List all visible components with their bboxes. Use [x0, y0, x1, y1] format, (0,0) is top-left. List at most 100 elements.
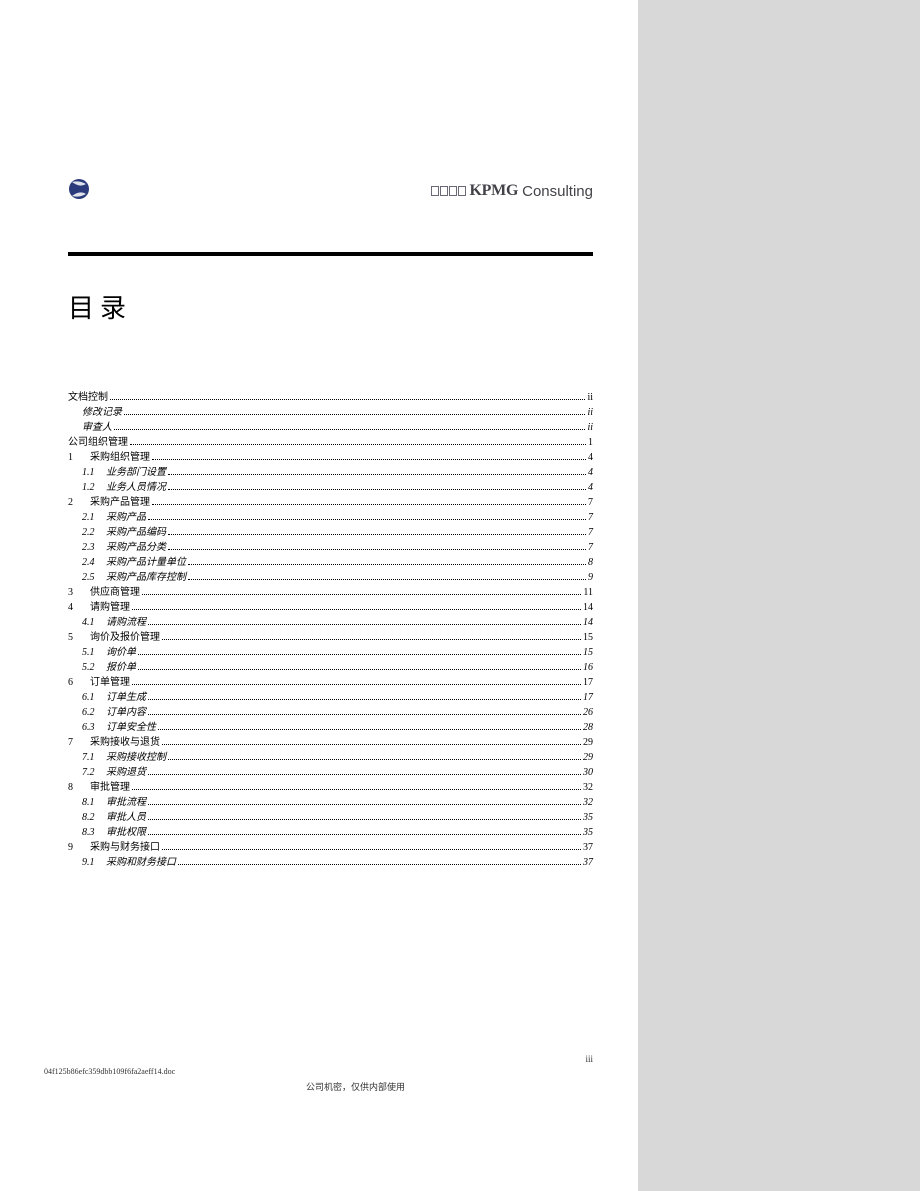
brand-consulting: Consulting [522, 183, 593, 200]
toc-page: 29 [583, 750, 593, 765]
toc-leader [148, 768, 581, 775]
toc-leader [168, 468, 586, 475]
toc-label: 采购与财务接口 [90, 840, 160, 855]
toc-page: 32 [583, 795, 593, 810]
page-header: KPMG Consulting [68, 178, 593, 208]
toc-row: 8.2审批人员35 [68, 810, 593, 825]
toc-number: 9 [68, 840, 90, 855]
toc-page: 17 [583, 690, 593, 705]
table-of-contents: 文档控制ii修改记录ii审查人ii公司组织管理11采购组织管理41.1业务部门设… [68, 390, 593, 870]
toc-number: 1.1 [68, 465, 106, 480]
toc-leader [152, 453, 586, 460]
toc-number: 2.4 [68, 555, 106, 570]
toc-label: 审批流程 [106, 795, 146, 810]
toc-label: 供应商管理 [90, 585, 140, 600]
toc-number: 8.2 [68, 810, 106, 825]
toc-row: 9.1采购和财务接口37 [68, 855, 593, 870]
toc-label: 报价单 [106, 660, 136, 675]
toc-label: 审批人员 [106, 810, 146, 825]
page-footer: 04f125b86efc359dbb109f6fa2aeff14.doc 公司机… [44, 1066, 593, 1076]
toc-leader [162, 843, 581, 850]
toc-label: 文档控制 [68, 390, 108, 405]
toc-number: 6.2 [68, 705, 106, 720]
toc-number: 2.2 [68, 525, 106, 540]
toc-number: 2.3 [68, 540, 106, 555]
toc-page: 7 [588, 495, 593, 510]
footer-page-number: iii [585, 1054, 593, 1064]
toc-row: 4.1请购流程14 [68, 615, 593, 630]
toc-leader [152, 498, 586, 505]
toc-label: 采购产品计量单位 [106, 555, 186, 570]
toc-page: 7 [588, 510, 593, 525]
toc-label: 采购接收与退货 [90, 735, 160, 750]
toc-label: 采购组织管理 [90, 450, 150, 465]
toc-number: 6 [68, 675, 90, 690]
toc-row: 3供应商管理11 [68, 585, 593, 600]
toc-label: 采购产品编码 [106, 525, 166, 540]
toc-leader [114, 423, 585, 430]
toc-row: 2.2采购产品编码7 [68, 525, 593, 540]
toc-row: 7采购接收与退货29 [68, 735, 593, 750]
toc-page: 11 [583, 585, 593, 600]
toc-leader [168, 483, 586, 490]
toc-number: 5 [68, 630, 90, 645]
toc-row: 6.2订单内容26 [68, 705, 593, 720]
toc-leader [148, 798, 581, 805]
toc-label: 询价及报价管理 [90, 630, 160, 645]
company-logo-icon [68, 178, 90, 200]
toc-row: 4请购管理 14 [68, 600, 593, 615]
toc-row: 审查人 ii [68, 420, 593, 435]
toc-label: 审批管理 [90, 780, 130, 795]
toc-leader [142, 588, 581, 595]
header-rule [68, 252, 593, 256]
toc-leader [148, 813, 581, 820]
toc-number: 2.1 [68, 510, 106, 525]
toc-leader [188, 573, 586, 580]
toc-number: 5.2 [68, 660, 106, 675]
toc-number: 4.1 [68, 615, 106, 630]
toc-label: 业务人员情况 [106, 480, 166, 495]
toc-number: 5.1 [68, 645, 106, 660]
toc-label: 订单安全性 [106, 720, 156, 735]
toc-leader [148, 708, 581, 715]
toc-leader [162, 738, 581, 745]
toc-label: 审批权限 [106, 825, 146, 840]
toc-leader [168, 543, 586, 550]
toc-label: 请购流程 [106, 615, 146, 630]
toc-number: 7.2 [68, 765, 106, 780]
toc-page: 14 [583, 600, 593, 615]
toc-leader [188, 558, 586, 565]
toc-row: 1.2业务人员情况4 [68, 480, 593, 495]
toc-label: 采购产品分类 [106, 540, 166, 555]
toc-row: 2.5采购产品库存控制9 [68, 570, 593, 585]
toc-page: 8 [588, 555, 593, 570]
toc-leader [138, 648, 581, 655]
toc-number: 9.1 [68, 855, 106, 870]
toc-page: 26 [583, 705, 593, 720]
toc-row: 1.1业务部门设置4 [68, 465, 593, 480]
toc-label: 公司组织管理 [68, 435, 128, 450]
toc-leader [158, 723, 581, 730]
toc-leader [132, 678, 581, 685]
toc-page: 35 [583, 825, 593, 840]
toc-page: 1 [588, 435, 593, 450]
toc-page: ii [587, 420, 593, 435]
toc-row: 2.1采购产品7 [68, 510, 593, 525]
toc-page: 7 [588, 540, 593, 555]
toc-row: 5.1询价单15 [68, 645, 593, 660]
toc-row: 6.3订单安全性28 [68, 720, 593, 735]
footer-filename: 04f125b86efc359dbb109f6fa2aeff14.doc [44, 1067, 175, 1076]
toc-leader [148, 693, 581, 700]
toc-number: 4 [68, 600, 90, 615]
toc-page: ii [587, 405, 593, 420]
toc-label: 询价单 [106, 645, 136, 660]
toc-label: 审查人 [68, 420, 112, 435]
toc-page: 9 [588, 570, 593, 585]
toc-number: 8.1 [68, 795, 106, 810]
brand-boxes-icon [431, 186, 466, 196]
kpmg-brand: KPMG Consulting [431, 182, 593, 200]
toc-leader [178, 858, 581, 865]
toc-row: 7.1采购接收控制29 [68, 750, 593, 765]
toc-label: 请购管理 [90, 600, 130, 615]
toc-number: 7 [68, 735, 90, 750]
